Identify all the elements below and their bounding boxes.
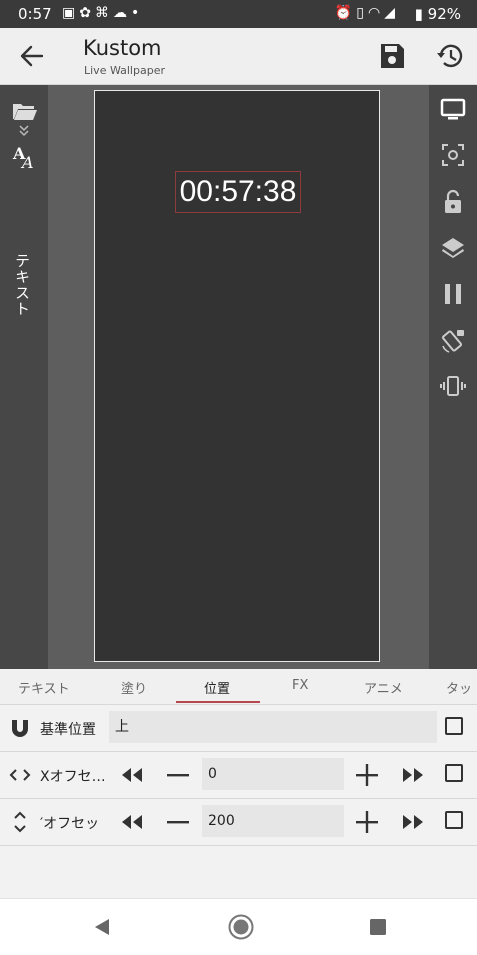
battery-icon: ▮ <box>414 5 423 23</box>
status-time: 0:57 <box>18 5 52 23</box>
folder-open-icon[interactable] <box>10 97 38 125</box>
alarm-icon: ⏰ <box>334 5 357 21</box>
fast-increase-icon[interactable] <box>400 762 426 788</box>
launcher-icon: ⌘ <box>94 5 113 21</box>
plus-icon[interactable] <box>354 762 380 788</box>
wifi-icon: ◠ <box>368 5 385 21</box>
google-photos-icon: ✿ <box>79 5 95 21</box>
history-icon <box>437 44 463 68</box>
back-button[interactable] <box>14 38 50 74</box>
system-icons: ⏰▯◠◢ <box>335 5 399 21</box>
screen-rotation-lock-icon[interactable] <box>439 326 467 354</box>
image-icon: ▣ <box>62 5 80 21</box>
svg-text:A: A <box>20 153 34 171</box>
tab-position[interactable]: 位置 <box>204 678 230 697</box>
x-offset-input[interactable]: 0 <box>202 758 344 790</box>
nav-back-icon[interactable] <box>92 917 112 937</box>
y-offset-formula-checkbox[interactable] <box>445 811 463 829</box>
nav-recents-icon[interactable] <box>369 918 387 936</box>
app-title: Kustom <box>83 36 162 60</box>
app-bar: Kustom Live Wallpaper <box>0 28 477 85</box>
horizontal-arrows-icon <box>9 769 31 781</box>
cloud-upload-icon: ☁ <box>112 5 131 21</box>
wallpaper-preview[interactable]: 00:57:38 <box>94 90 380 662</box>
fast-decrease-icon[interactable] <box>119 809 145 835</box>
layer-name-label: テキスト <box>13 253 31 317</box>
app-subtitle: Live Wallpaper <box>84 64 165 77</box>
signal-icon: ◢ <box>384 5 399 21</box>
x-offset-label: Xオフセ… <box>40 769 106 785</box>
clock-text-item[interactable]: 00:57:38 <box>175 171 301 213</box>
nav-home-icon[interactable] <box>227 913 255 941</box>
focus-frame-icon[interactable] <box>439 141 467 169</box>
tab-fx[interactable]: FX <box>292 678 308 693</box>
double-chevron-down-icon[interactable] <box>14 123 34 139</box>
left-rail: A A テキスト <box>0 85 48 669</box>
arrow-left-icon <box>20 45 44 67</box>
status-bar: 0:57 ▣✿⌘☁• ⏰▯◠◢ ▮ 92% <box>0 0 477 28</box>
vertical-arrows-icon <box>14 811 26 833</box>
property-tabs: テキスト 塗り 位置 FX アニメ タッ <box>0 670 477 705</box>
anchor-row[interactable]: 基準位置 上 <box>0 705 477 752</box>
save-button[interactable] <box>376 40 408 72</box>
vibrate-icon: ▯ <box>356 5 368 21</box>
pause-icon[interactable] <box>439 280 467 308</box>
fast-decrease-icon[interactable] <box>119 762 145 788</box>
plus-icon[interactable] <box>354 809 380 835</box>
minus-icon[interactable] <box>165 809 191 835</box>
y-offset-input[interactable]: 200 <box>202 805 344 837</box>
right-rail <box>429 85 477 669</box>
editor-canvas-area: A A テキスト 00:57:38 <box>0 85 477 669</box>
battery-percent: 92% <box>427 5 461 23</box>
monitor-icon[interactable] <box>439 95 467 123</box>
dot-icon: • <box>130 5 144 21</box>
anchor-value-select[interactable]: 上 <box>109 711 437 743</box>
x-offset-row[interactable]: Xオフセ… 0 <box>0 752 477 799</box>
text-layer-icon: A A <box>12 144 34 171</box>
lock-open-icon[interactable] <box>439 188 467 216</box>
save-icon <box>381 44 404 68</box>
x-offset-formula-checkbox[interactable] <box>445 764 463 782</box>
magnet-icon <box>12 720 28 737</box>
anchor-formula-checkbox[interactable] <box>445 717 463 735</box>
notification-icons: ▣✿⌘☁• <box>62 5 143 21</box>
system-navigation-bar <box>0 898 477 955</box>
layers-icon[interactable] <box>439 234 467 262</box>
y-offset-label: ′オフセッ <box>40 816 100 832</box>
history-button[interactable] <box>434 40 466 72</box>
tab-touch[interactable]: タッ <box>446 678 472 697</box>
tab-animation[interactable]: アニメ <box>364 678 403 697</box>
tab-fill[interactable]: 塗り <box>121 678 147 697</box>
y-offset-row[interactable]: ′オフセッ 200 <box>0 799 477 846</box>
anchor-label: 基準位置 <box>40 722 96 738</box>
vibration-icon[interactable] <box>439 372 467 400</box>
tab-text[interactable]: テキスト <box>18 678 70 697</box>
fast-increase-icon[interactable] <box>400 809 426 835</box>
selected-tab-indicator <box>176 701 260 703</box>
minus-icon[interactable] <box>165 762 191 788</box>
